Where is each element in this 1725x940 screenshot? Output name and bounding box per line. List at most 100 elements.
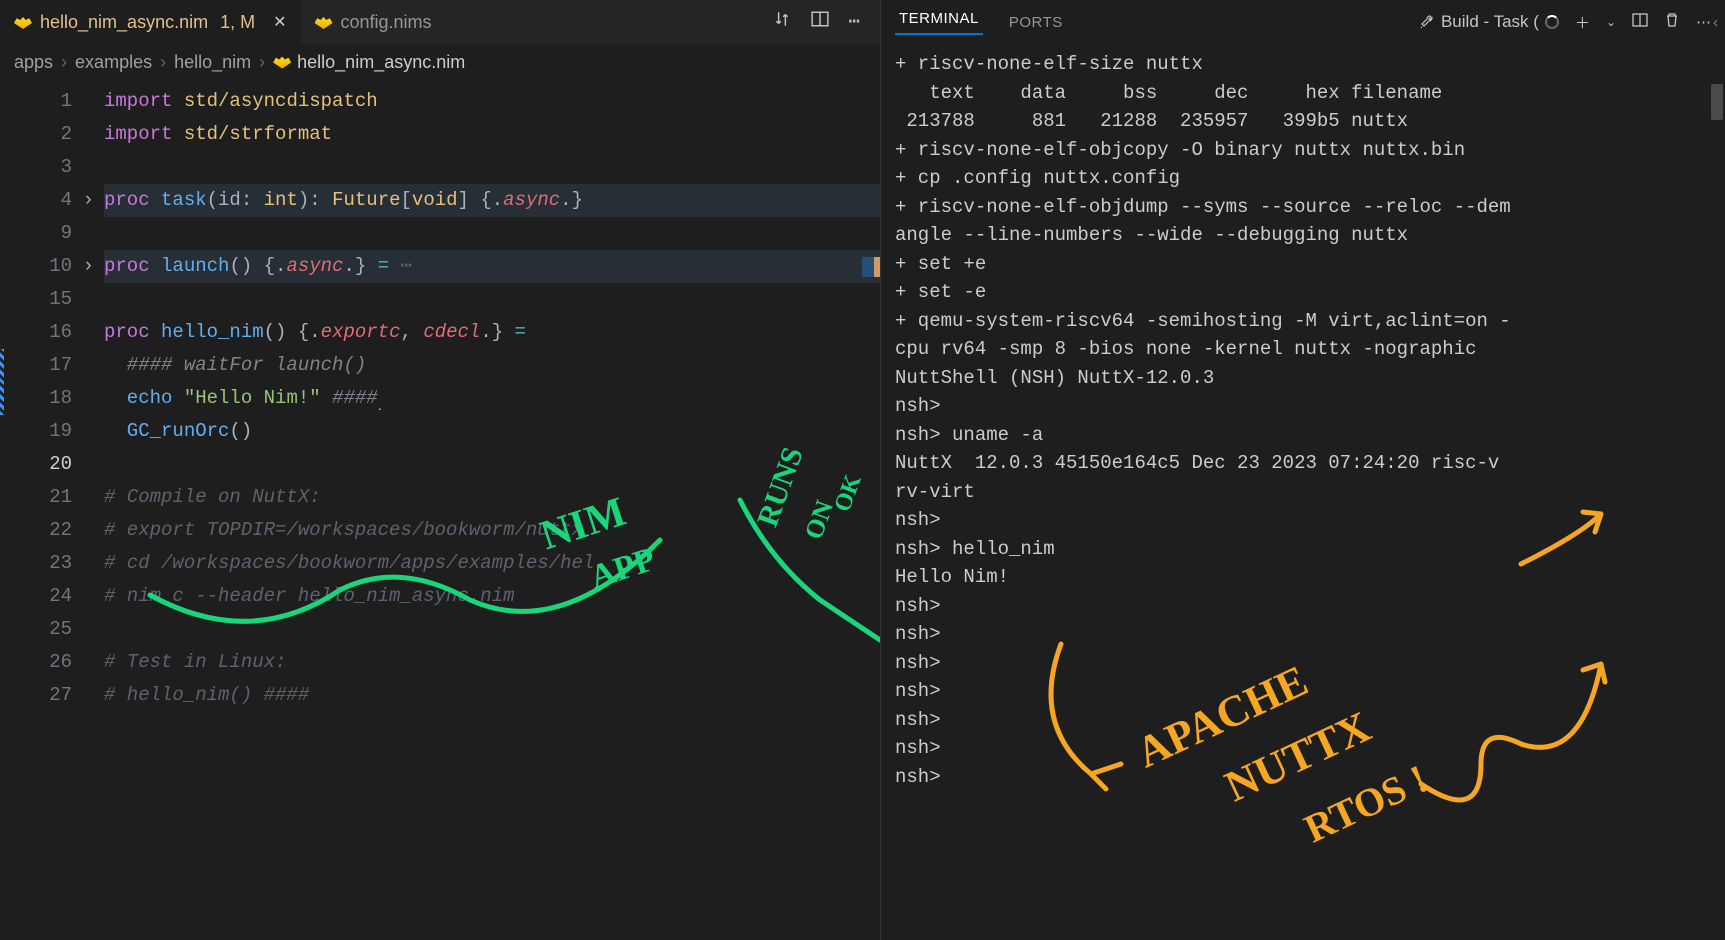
terminal-pane: TERMINAL PORTS Build - Task ( ＋ ⌄ ⋯ ‹ + … [880, 0, 1725, 940]
terminal-line: text data bss dec hex filename [895, 79, 1711, 108]
line-number: 3 [0, 151, 82, 184]
code-line: # Compile on NuttX: [104, 481, 880, 514]
line-number: 1 [0, 85, 82, 118]
nim-file-icon [315, 13, 333, 31]
code-line: # nim c --header hello_nim_async.nim [104, 580, 880, 613]
terminal-line: nsh> [895, 649, 1711, 678]
tab-filename: config.nims [341, 12, 432, 33]
code-line: # export TOPDIR=/workspaces/bookworm/nut… [104, 514, 880, 547]
breadcrumb-segment[interactable]: examples [75, 52, 152, 73]
code-line [104, 448, 880, 481]
collapse-icon[interactable]: ‹ [1713, 14, 1723, 28]
code-line [104, 151, 880, 184]
more-icon[interactable]: ⋯ [849, 10, 860, 34]
code-line: #### waitFor launch() [104, 349, 880, 382]
breadcrumbs[interactable]: apps › examples › hello_nim › hello_nim_… [0, 44, 880, 81]
line-number: 4 [0, 184, 82, 217]
terminal-line: NuttShell (NSH) NuttX-12.0.3 [895, 364, 1711, 393]
line-number: 26 [0, 646, 82, 679]
line-number: 27 [0, 679, 82, 712]
breadcrumb-file[interactable]: hello_nim_async.nim [273, 52, 465, 73]
code-line: proc hello_nim() {.exportc, cdecl.} = [104, 316, 880, 349]
tabbar-actions: ⋯ [761, 10, 872, 34]
gutter: 1 2 3 4 9 10 15 16 17 18 19 20 21 22 23 … [0, 81, 82, 940]
trash-icon[interactable] [1664, 12, 1680, 32]
terminal-line: nsh> [895, 506, 1711, 535]
terminal-line: + set -e [895, 278, 1711, 307]
code-line: echo "Hello Nim!" ####˰ [104, 382, 880, 415]
spinner-icon [1545, 15, 1559, 29]
chevron-right-icon: › [259, 52, 265, 73]
code-line: # Test in Linux: [104, 646, 880, 679]
tab-filename: hello_nim_async.nim [40, 12, 208, 33]
terminal-line: + riscv-none-elf-objdump --syms --source… [895, 193, 1711, 222]
terminal-line: nsh> [895, 677, 1711, 706]
line-number: 15 [0, 283, 82, 316]
code-content[interactable]: import std/asyncdispatch import std/strf… [82, 81, 880, 940]
terminal-line: nsh> [895, 763, 1711, 792]
terminal-line: + qemu-system-riscv64 -semihosting -M vi… [895, 307, 1711, 336]
tab-inactive[interactable]: config.nims [301, 0, 446, 44]
more-icon[interactable]: ⋯ [1696, 13, 1711, 31]
split-icon[interactable] [811, 10, 829, 34]
line-number: 18 [0, 382, 82, 415]
terminal-line: NuttX 12.0.3 45150e164c5 Dec 23 2023 07:… [895, 449, 1711, 478]
terminal-line: nsh> uname -a [895, 421, 1711, 450]
close-icon[interactable]: ✕ [273, 12, 286, 32]
line-number: 20 [0, 448, 82, 481]
breadcrumb-segment[interactable]: hello_nim [174, 52, 251, 73]
compare-icon[interactable] [773, 10, 791, 34]
code-line [104, 613, 880, 646]
terminal-output[interactable]: + riscv-none-elf-size nuttx text data bs… [881, 44, 1725, 940]
terminal-line: cpu rv64 -smp 8 -bios none -kernel nuttx… [895, 335, 1711, 364]
terminal-line: nsh> hello_nim [895, 535, 1711, 564]
chevron-right-icon: › [61, 52, 67, 73]
line-number: 23 [0, 547, 82, 580]
terminal-line: + set +e [895, 250, 1711, 279]
code-line [104, 283, 880, 316]
chevron-right-icon: › [160, 52, 166, 73]
terminal-line: 213788 881 21288 235957 399b5 nuttx [895, 107, 1711, 136]
tools-icon [1419, 14, 1435, 30]
terminal-line: nsh> [895, 734, 1711, 763]
terminal-line: + riscv-none-elf-objcopy -O binary nuttx… [895, 136, 1711, 165]
terminal-actions: Build - Task ( ＋ ⌄ ⋯ [1419, 12, 1711, 33]
code-line: import std/asyncdispatch [104, 85, 880, 118]
line-number: 25 [0, 613, 82, 646]
code-line-folded[interactable]: proc launch() {.async.} = ⋯ [104, 250, 880, 283]
line-number: 19 [0, 415, 82, 448]
nim-file-icon [273, 57, 291, 69]
split-panel-icon[interactable] [1632, 12, 1648, 32]
line-number: 10 [0, 250, 82, 283]
scrollbar-thumb[interactable] [1711, 84, 1723, 120]
task-indicator[interactable]: Build - Task ( [1419, 12, 1559, 32]
line-number: 9 [0, 217, 82, 250]
code-line-folded[interactable]: proc task(id: int): Future[void] {.async… [104, 184, 880, 217]
line-number: 21 [0, 481, 82, 514]
new-terminal-icon[interactable]: ＋ [1575, 12, 1590, 33]
terminal-line: + riscv-none-elf-size nuttx [895, 50, 1711, 79]
code-line: GC_runOrc() [104, 415, 880, 448]
code-area[interactable]: 1 2 3 4 9 10 15 16 17 18 19 20 21 22 23 … [0, 81, 880, 940]
line-number: 24 [0, 580, 82, 613]
line-number: 17 [0, 349, 82, 382]
tab-active[interactable]: hello_nim_async.nim 1, M ✕ [0, 0, 301, 44]
line-number: 2 [0, 118, 82, 151]
minimap-warning-indicator [874, 257, 880, 277]
tab-bar: hello_nim_async.nim 1, M ✕ config.nims ⋯ [0, 0, 880, 44]
line-number: 22 [0, 514, 82, 547]
code-line: import std/strformat [104, 118, 880, 151]
terminal-line: nsh> [895, 592, 1711, 621]
breadcrumb-filename: hello_nim_async.nim [297, 52, 465, 73]
ports-tab[interactable]: PORTS [1005, 14, 1067, 31]
terminal-line: nsh> [895, 620, 1711, 649]
line-number: 16 [0, 316, 82, 349]
chevron-down-icon[interactable]: ⌄ [1606, 15, 1616, 29]
code-line [104, 217, 880, 250]
terminal-line: + cp .config nuttx.config [895, 164, 1711, 193]
breadcrumb-segment[interactable]: apps [14, 52, 53, 73]
terminal-tab[interactable]: TERMINAL [895, 10, 983, 35]
tab-badge: 1, M [220, 12, 255, 33]
code-line: # cd /workspaces/bookworm/apps/examples/… [104, 547, 880, 580]
nim-file-icon [14, 13, 32, 31]
